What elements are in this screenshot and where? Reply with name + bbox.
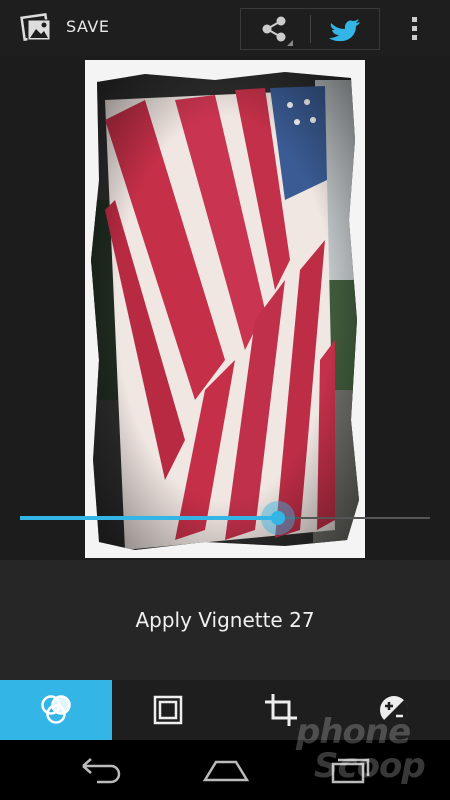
slider-thumb[interactable] [271,511,285,525]
tool-adjust[interactable] [338,680,450,740]
tool-filters[interactable] [0,680,112,740]
share-icon [262,16,293,46]
vignette-slider[interactable] [20,501,430,535]
gallery-picture-icon[interactable] [20,10,54,44]
tool-borders[interactable] [112,680,224,740]
share-group [240,8,380,50]
photo-editor-screen: SAVE Apply Vignette 27 phone Scoop [0,0,450,800]
filters-icon [41,695,71,724]
exposure-adjust-icon [380,696,409,725]
system-nav-bar [0,740,450,800]
status-panel: Apply Vignette 27 [0,560,450,680]
tool-crop[interactable] [225,680,337,740]
effect-status-text: Apply Vignette 27 [135,608,315,632]
editor-tool-bar [0,680,450,740]
recents-icon [331,758,370,784]
back-icon [82,758,121,784]
share-button[interactable] [241,9,309,49]
home-button[interactable] [180,748,270,792]
home-icon [202,760,250,782]
photo-canvas [0,56,450,560]
save-button[interactable]: SAVE [66,17,109,36]
action-bar: SAVE [0,0,450,56]
recents-button[interactable] [305,748,395,792]
overflow-menu-button[interactable] [400,12,430,46]
border-frame-icon [153,695,183,725]
twitter-bird-icon [329,19,360,42]
crop-icon [265,694,297,726]
overflow-menu-icon [412,17,417,40]
edited-photo [85,60,365,558]
twitter-share-button[interactable] [311,9,379,49]
slider-fill [20,516,278,520]
back-button[interactable] [55,748,145,792]
